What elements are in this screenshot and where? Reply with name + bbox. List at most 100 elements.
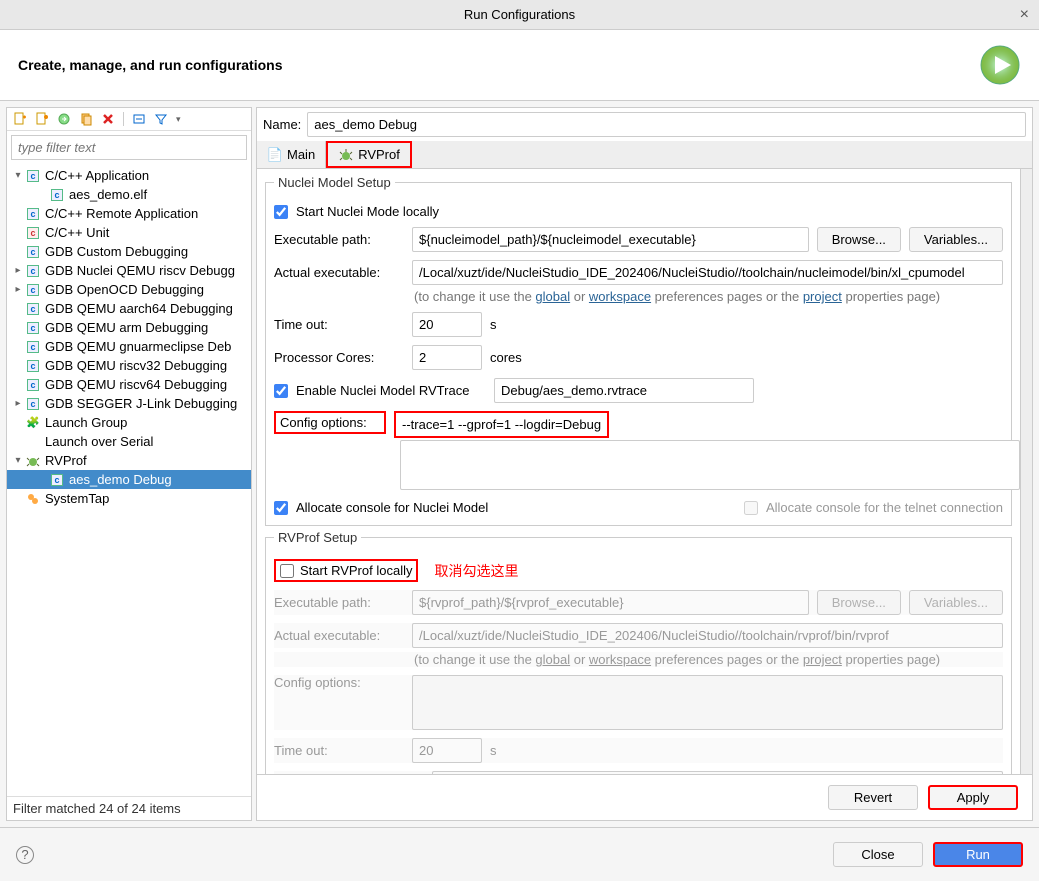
- twist-icon[interactable]: ▸: [11, 284, 25, 295]
- config-options-highlight: Config options:: [274, 411, 386, 434]
- new-icon[interactable]: [13, 112, 27, 126]
- tree-item[interactable]: cGDB QEMU aarch64 Debugging: [7, 299, 251, 318]
- tree-item[interactable]: ▸cGDB OpenOCD Debugging: [7, 280, 251, 299]
- tree-item[interactable]: cGDB QEMU riscv32 Debugging: [7, 356, 251, 375]
- start-nuclei-check[interactable]: [274, 205, 288, 219]
- rvprof-actual-label: Actual executable:: [274, 628, 404, 643]
- window-title: Run Configurations: [464, 7, 575, 22]
- browse-button[interactable]: Browse...: [817, 227, 901, 252]
- rvprof-timeout-input: [412, 738, 482, 763]
- rvtrace-check[interactable]: [274, 384, 288, 398]
- tree-item[interactable]: c C/C++ Unit: [7, 223, 251, 242]
- tree-item-icon: c: [25, 302, 41, 316]
- start-rvprof-check[interactable]: [280, 564, 294, 578]
- close-icon[interactable]: ×: [1020, 6, 1029, 24]
- revert-button[interactable]: Revert: [828, 785, 918, 810]
- tree-item[interactable]: caes_demo.elf: [7, 185, 251, 204]
- twist-icon[interactable]: ▸: [11, 398, 25, 409]
- rvprof-exec-input: [412, 590, 809, 615]
- filter-icon[interactable]: [154, 112, 168, 126]
- twist-icon[interactable]: ▸: [11, 265, 25, 276]
- timeout-label: Time out:: [274, 317, 404, 332]
- delete-icon[interactable]: [101, 112, 115, 126]
- tree-item[interactable]: cGDB QEMU arm Debugging: [7, 318, 251, 337]
- tree-item-label: C/C++ Unit: [45, 225, 109, 240]
- exec-path-input[interactable]: [412, 227, 809, 252]
- close-button[interactable]: Close: [833, 842, 923, 867]
- tree-item-icon: [25, 492, 41, 506]
- tree-item-icon: 🧩: [25, 416, 41, 430]
- variables-button[interactable]: Variables...: [909, 227, 1003, 252]
- tree-item[interactable]: caes_demo Debug: [7, 470, 251, 489]
- config-options-textarea[interactable]: [400, 440, 1020, 490]
- start-rvprof-highlight: Start RVProf locally: [274, 559, 418, 582]
- tab-rvprof[interactable]: RVProf: [326, 141, 412, 168]
- tabs: 📄 Main RVProf: [257, 141, 1032, 169]
- header: Create, manage, and run configurations: [0, 30, 1039, 101]
- copy-icon[interactable]: [79, 112, 93, 126]
- global-link[interactable]: global: [535, 289, 570, 304]
- name-input[interactable]: [307, 112, 1026, 137]
- tree-item-icon: c: [25, 340, 41, 354]
- filter-input[interactable]: [11, 135, 247, 160]
- filter-status: Filter matched 24 of 24 items: [7, 796, 251, 820]
- tree-item-label: GDB SEGGER J-Link Debugging: [45, 396, 237, 411]
- config-tree[interactable]: ▾cC/C++ Applicationcaes_demo.elfcC/C++ R…: [7, 164, 251, 796]
- nuclei-group: Nuclei Model Setup Start Nuclei Mode loc…: [265, 175, 1012, 526]
- bug-icon: [338, 148, 354, 162]
- timeout-input[interactable]: [412, 312, 482, 337]
- run-button[interactable]: Run: [933, 842, 1023, 867]
- config-options-value-shown: --trace=1 --gprof=1 --logdir=Debug: [400, 415, 603, 434]
- right-panel: Name: 📄 Main RVProf Nuclei Model Setup S: [256, 107, 1033, 821]
- tree-item-label: GDB OpenOCD Debugging: [45, 282, 204, 297]
- cores-label: Processor Cores:: [274, 350, 404, 365]
- rvtrace-label: Enable Nuclei Model RVTrace: [296, 383, 486, 398]
- rvprof-exec-label: Executable path:: [274, 595, 404, 610]
- tree-item[interactable]: cGDB QEMU riscv64 Debugging: [7, 375, 251, 394]
- exec-path-label: Executable path:: [274, 232, 404, 247]
- export-icon[interactable]: [57, 112, 71, 126]
- tree-item[interactable]: cC/C++ Remote Application: [7, 204, 251, 223]
- rvtrace-input[interactable]: [494, 378, 754, 403]
- tree-item[interactable]: ▾cC/C++ Application: [7, 166, 251, 185]
- rvprof-legend: RVProf Setup: [274, 530, 361, 545]
- tree-item-label: Launch over Serial: [45, 434, 153, 449]
- tree-item-icon: c: [25, 378, 41, 392]
- tree-item-icon: c: [25, 226, 41, 240]
- tree-item[interactable]: ▸cGDB SEGGER J-Link Debugging: [7, 394, 251, 413]
- collapse-icon[interactable]: [132, 112, 146, 126]
- cores-input[interactable]: [412, 345, 482, 370]
- twist-icon[interactable]: ▾: [11, 455, 25, 466]
- timeout-unit: s: [490, 317, 497, 332]
- config-value-highlight: --trace=1 --gprof=1 --logdir=Debug: [394, 411, 609, 438]
- tree-item[interactable]: c GDB QEMU gnuarmeclipse Deb: [7, 337, 251, 356]
- tree-item-label: aes_demo Debug: [69, 472, 172, 487]
- tree-item[interactable]: ▸cGDB Nuclei QEMU riscv Debugg: [7, 261, 251, 280]
- tree-item-label: GDB Custom Debugging: [45, 244, 188, 259]
- workspace-link-2: workspace: [589, 652, 651, 667]
- tree-item[interactable]: SystemTap: [7, 489, 251, 508]
- cores-unit: cores: [490, 350, 522, 365]
- page-title: Create, manage, and run configurations: [18, 57, 283, 73]
- tree-item[interactable]: 🧩 Launch Group: [7, 413, 251, 432]
- new-proto-icon[interactable]: [35, 112, 49, 126]
- tree-item-icon: c: [49, 188, 65, 202]
- workspace-link[interactable]: workspace: [589, 289, 651, 304]
- tree-item-label: Launch Group: [45, 415, 127, 430]
- alloc-console-check[interactable]: [274, 501, 288, 515]
- tree-item-icon: c: [25, 359, 41, 373]
- tree-item-label: C/C++ Application: [45, 168, 149, 183]
- actual-exec-field: [412, 260, 1003, 285]
- scrollbar[interactable]: [1020, 169, 1032, 774]
- twist-icon[interactable]: ▾: [11, 170, 25, 181]
- help-icon[interactable]: ?: [16, 846, 34, 864]
- apply-button[interactable]: Apply: [928, 785, 1018, 810]
- tab-main[interactable]: 📄 Main: [257, 141, 326, 168]
- tree-item-label: GDB QEMU gnuarmeclipse Deb: [45, 339, 231, 354]
- tree-item[interactable]: Launch over Serial: [7, 432, 251, 451]
- project-link[interactable]: project: [803, 289, 842, 304]
- tree-item-label: SystemTap: [45, 491, 109, 506]
- tree-item[interactable]: cGDB Custom Debugging: [7, 242, 251, 261]
- global-link-2: global: [535, 652, 570, 667]
- tree-item[interactable]: ▾RVProf: [7, 451, 251, 470]
